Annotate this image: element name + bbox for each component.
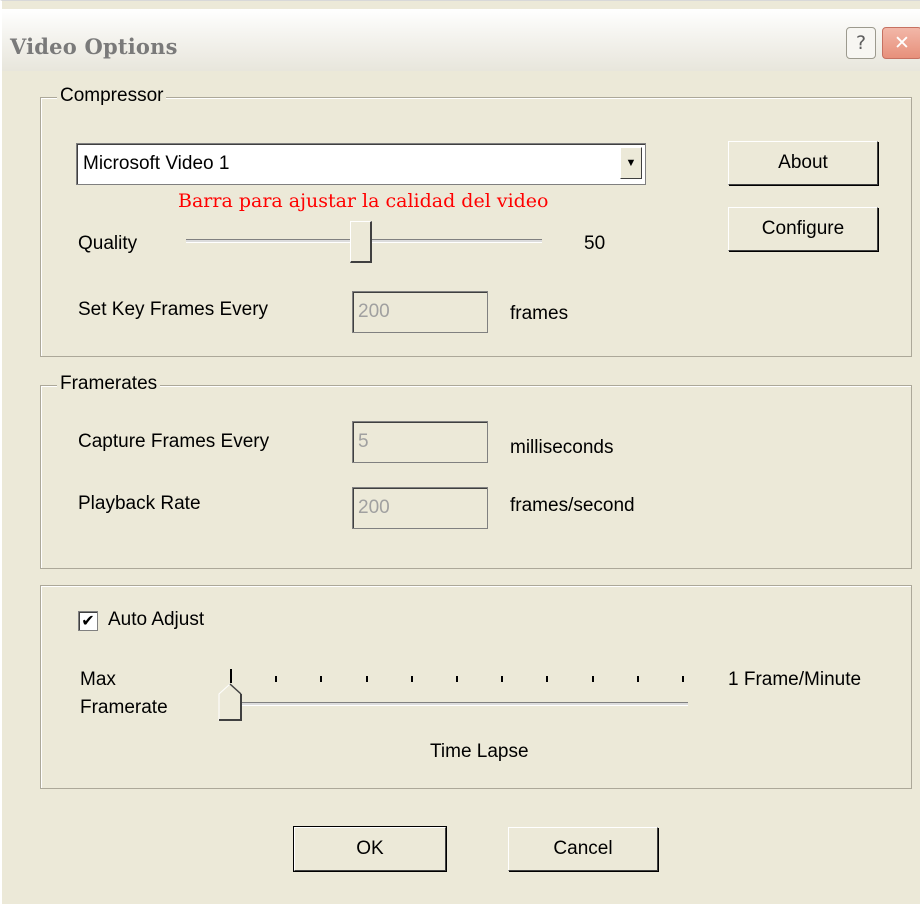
capture-unit: milliseconds	[510, 437, 614, 458]
playback-input-value: 200	[358, 497, 390, 518]
about-button[interactable]: About	[728, 141, 878, 185]
auto-adjust-checkbox[interactable]: ✔	[78, 611, 98, 631]
slider-tick	[546, 676, 549, 682]
playback-input[interactable]: 200	[352, 487, 488, 529]
slider-tick	[410, 676, 413, 682]
title-bar[interactable]: Video Options ? ✕	[2, 9, 920, 71]
timelapse-right-label: 1 Frame/Minute	[728, 669, 862, 690]
codec-selected-value: Microsoft Video 1	[83, 153, 230, 174]
cancel-button-label: Cancel	[553, 838, 613, 859]
window-title: Video Options	[10, 34, 178, 59]
keyframes-label: Set Key Frames Every	[78, 299, 269, 320]
slider-tick	[682, 676, 684, 682]
slider-tick	[275, 676, 278, 682]
slider-tick	[456, 676, 458, 682]
timelapse-slider-track[interactable]	[232, 702, 688, 706]
quality-label: Quality	[78, 233, 138, 254]
capture-label: Capture Frames Every	[78, 431, 270, 452]
keyframes-unit: frames	[510, 303, 569, 324]
quality-value: 50	[584, 233, 606, 254]
configure-button-label: Configure	[761, 218, 845, 239]
checkmark-icon: ✔	[81, 611, 95, 630]
help-button[interactable]: ?	[846, 27, 876, 59]
about-button-label: About	[778, 152, 828, 173]
capture-input[interactable]: 5	[352, 421, 488, 463]
cancel-button[interactable]: Cancel	[508, 827, 658, 871]
timelapse-caption: Time Lapse	[430, 741, 529, 762]
keyframes-input-value: 200	[358, 301, 390, 322]
max-framerate-label-line2: Framerate	[80, 697, 168, 718]
timelapse-slider-thumb[interactable]	[218, 683, 242, 721]
slider-tick	[501, 676, 504, 682]
slider-tick	[230, 669, 232, 683]
slider-tick	[591, 676, 594, 682]
configure-button[interactable]: Configure	[728, 207, 878, 251]
quality-slider-thumb[interactable]	[350, 221, 372, 263]
codec-dropdown[interactable]: Microsoft Video 1 ▼	[76, 143, 646, 185]
slider-tick	[320, 676, 323, 682]
capture-input-value: 5	[358, 431, 369, 452]
close-button[interactable]: ✕	[882, 27, 920, 59]
chevron-down-icon: ▼	[625, 157, 637, 169]
video-options-dialog: Video Options ? ✕ Compressor Microsoft V…	[0, 0, 920, 904]
max-framerate-label-line1: Max	[80, 669, 116, 690]
playback-label: Playback Rate	[78, 493, 201, 514]
framerates-group: Framerates	[40, 373, 912, 569]
close-icon: ✕	[894, 32, 910, 54]
compressor-legend: Compressor	[57, 85, 167, 107]
slider-tick	[365, 676, 368, 682]
keyframes-input[interactable]: 200	[352, 291, 488, 333]
playback-unit: frames/second	[510, 495, 635, 516]
framerates-legend: Framerates	[57, 373, 161, 395]
quality-annotation: Barra para ajustar la calidad del video	[178, 190, 549, 212]
ok-button[interactable]: OK	[293, 826, 447, 872]
auto-adjust-label[interactable]: Auto Adjust	[108, 609, 204, 631]
dropdown-arrow-button[interactable]: ▼	[620, 147, 642, 179]
help-icon: ?	[855, 32, 867, 54]
ok-button-label: OK	[356, 838, 384, 859]
slider-tick	[636, 676, 639, 682]
